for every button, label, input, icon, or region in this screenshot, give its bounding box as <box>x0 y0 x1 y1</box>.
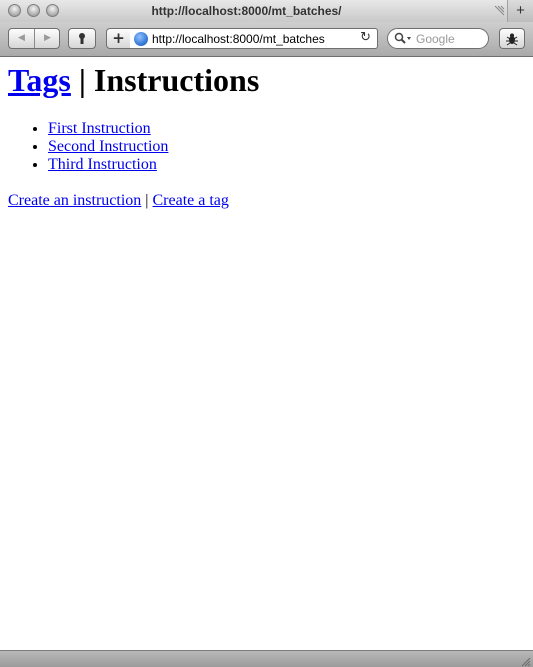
forward-button[interactable]: ▶ <box>35 29 59 48</box>
create-instruction-link[interactable]: Create an instruction <box>8 192 141 209</box>
actions-separator: | <box>141 192 153 209</box>
debug-button[interactable] <box>499 28 525 49</box>
browser-toolbar: ◀ ▶ + http://localhost:8000/mt_batches ↻… <box>0 22 533 57</box>
instruction-link[interactable]: Third Instruction <box>48 156 157 173</box>
list-item: Third Instruction <box>48 156 168 174</box>
tags-link[interactable]: Tags <box>8 62 71 98</box>
back-button[interactable]: ◀ <box>9 29 34 48</box>
resize-grip-icon[interactable] <box>519 654 531 667</box>
keychain-button[interactable] <box>68 28 96 49</box>
status-bar <box>0 650 533 667</box>
globe-icon <box>134 32 148 46</box>
search-icon <box>394 30 412 49</box>
instruction-list: First Instruction Second Instruction Thi… <box>8 120 168 174</box>
bug-icon <box>505 33 519 49</box>
window-title: http://localhost:8000/mt_batches/ <box>151 4 342 18</box>
reload-icon[interactable]: ↻ <box>360 30 371 45</box>
create-tag-link[interactable]: Create a tag <box>153 192 229 209</box>
tab-grip-icon <box>493 5 505 17</box>
add-bookmark-button[interactable]: + <box>106 28 131 49</box>
url-input[interactable]: http://localhost:8000/mt_batches <box>152 32 352 46</box>
page-content: Tags | Instructions First Instruction Se… <box>0 57 533 650</box>
search-input[interactable]: Google <box>416 32 455 46</box>
title-text: Instructions <box>93 62 260 98</box>
title-separator: | <box>70 62 94 98</box>
search-field[interactable]: Google <box>387 28 489 49</box>
browser-window: http://localhost:8000/mt_batches/ + ◀ ▶ … <box>0 0 533 667</box>
list-item: Second Instruction <box>48 138 168 156</box>
new-tab-button[interactable]: + <box>507 0 533 22</box>
nav-buttons: ◀ ▶ <box>8 28 60 49</box>
actions-row: Create an instruction | Create a tag <box>8 192 229 210</box>
instruction-link[interactable]: First Instruction <box>48 120 151 137</box>
title-bar: http://localhost:8000/mt_batches/ + <box>0 0 533 23</box>
page-title: Tags | Instructions <box>8 62 259 99</box>
keyhole-icon <box>77 33 87 48</box>
address-bar[interactable]: http://localhost:8000/mt_batches ↻ <box>130 28 378 49</box>
instruction-link[interactable]: Second Instruction <box>48 138 168 155</box>
list-item: First Instruction <box>48 120 168 138</box>
